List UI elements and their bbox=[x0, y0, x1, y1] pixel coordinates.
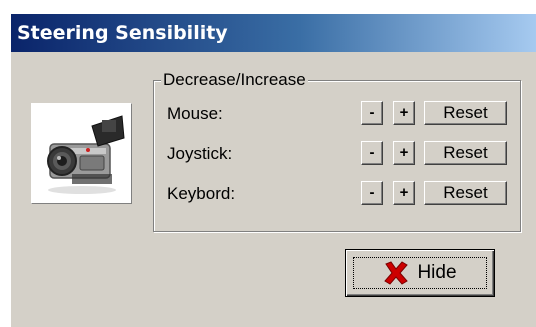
group-legend: Decrease/Increase bbox=[161, 70, 308, 90]
keyboard-decrease-button[interactable]: - bbox=[361, 181, 383, 205]
keyboard-label: Keybord: bbox=[167, 184, 236, 203]
joystick-reset-button[interactable]: Reset bbox=[424, 141, 507, 165]
keyboard-reset-button[interactable]: Reset bbox=[424, 181, 507, 205]
keyboard-increase-button[interactable]: + bbox=[393, 181, 415, 205]
camcorder-icon bbox=[32, 104, 131, 203]
red-x-icon bbox=[384, 261, 409, 285]
dialog-title: Steering Sensibility bbox=[11, 14, 536, 52]
mouse-reset-button[interactable]: Reset bbox=[424, 101, 507, 125]
joystick-increase-button[interactable]: + bbox=[393, 141, 415, 165]
camcorder-image bbox=[31, 103, 132, 204]
hide-button[interactable]: Hide bbox=[345, 249, 495, 297]
mouse-label: Mouse: bbox=[167, 104, 223, 123]
mouse-decrease-button[interactable]: - bbox=[361, 101, 383, 125]
hide-button-focus: Hide bbox=[353, 257, 487, 289]
joystick-decrease-button[interactable]: - bbox=[361, 141, 383, 165]
steering-sensibility-dialog: Steering Sensibility Decrease/Increase M… bbox=[10, 13, 536, 327]
hide-button-label: Hide bbox=[417, 262, 457, 283]
mouse-increase-button[interactable]: + bbox=[393, 101, 415, 125]
joystick-label: Joystick: bbox=[167, 144, 233, 163]
